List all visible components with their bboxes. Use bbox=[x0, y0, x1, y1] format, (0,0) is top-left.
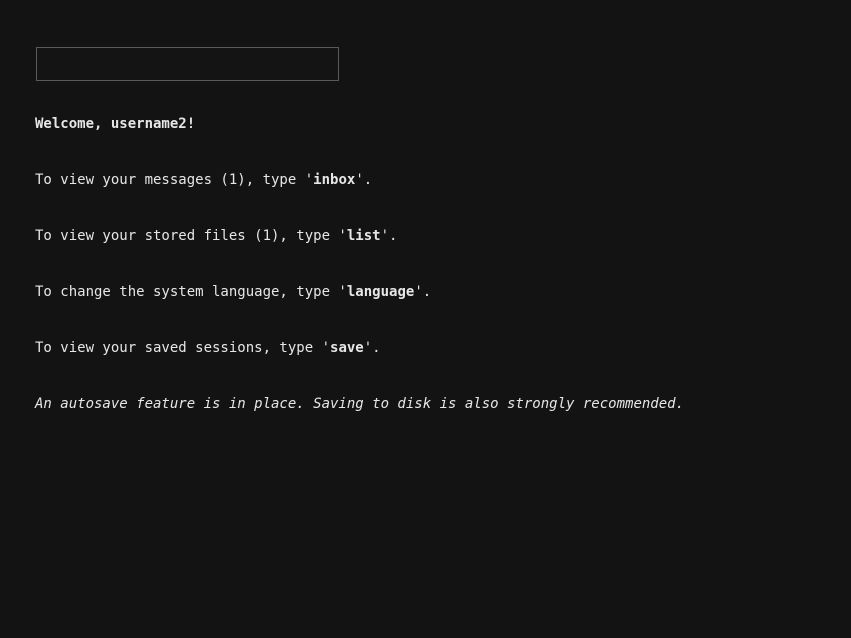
language-instruction-prefix: To change the system language, type ' bbox=[35, 284, 347, 300]
save-instruction-prefix: To view your saved sessions, type ' bbox=[35, 340, 331, 356]
language-command: language bbox=[346, 284, 415, 300]
list-command: list bbox=[346, 228, 381, 244]
inbox-command: inbox bbox=[313, 172, 356, 188]
language-instruction: To change the system language, type 'lan… bbox=[35, 283, 431, 301]
list-instruction: To view your stored files (1), type 'lis… bbox=[35, 227, 397, 245]
save-instruction-suffix: '. bbox=[363, 340, 381, 356]
autosave-note: An autosave feature is in place. Saving … bbox=[35, 396, 685, 412]
list-instruction-suffix: '. bbox=[380, 228, 398, 244]
inbox-instruction-prefix: To view your messages (1), type ' bbox=[35, 172, 314, 188]
command-input[interactable] bbox=[36, 47, 339, 81]
language-instruction-suffix: '. bbox=[414, 284, 432, 300]
welcome-message: Welcome, username2! bbox=[35, 116, 196, 132]
save-instruction: To view your saved sessions, type 'save'… bbox=[35, 339, 381, 357]
save-command: save bbox=[330, 340, 364, 356]
list-instruction-prefix: To view your stored files (1), type ' bbox=[35, 228, 347, 244]
inbox-instruction-suffix: '. bbox=[355, 172, 373, 188]
inbox-instruction: To view your messages (1), type 'inbox'. bbox=[35, 171, 372, 189]
